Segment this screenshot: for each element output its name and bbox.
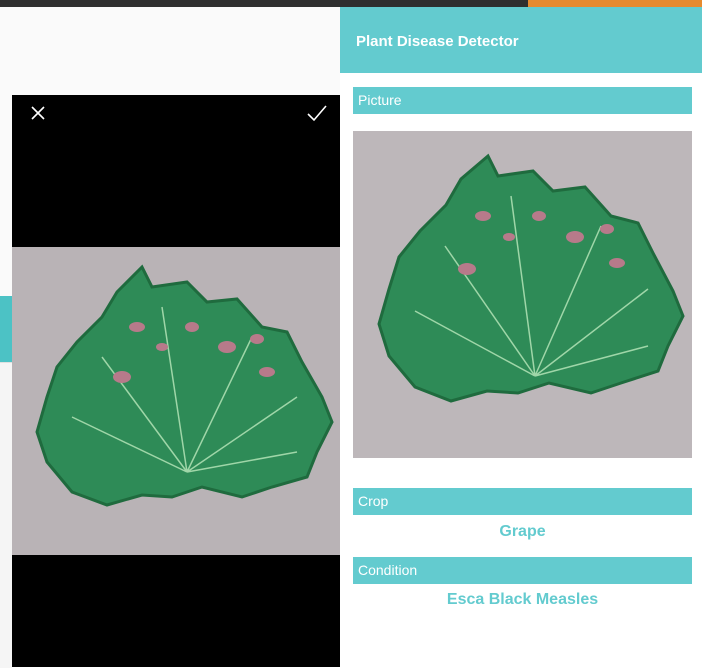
camera-preview [12,95,340,667]
background-card-edge [0,362,12,668]
condition-value: Esca Black Measles [446,591,599,608]
leaf-picture [353,131,692,458]
crop-section-header: Crop [353,488,692,515]
captured-leaf-photo [12,247,340,555]
status-bar-accent [528,0,702,7]
app-toolbar: Plant Disease Detector [340,7,702,73]
picture-section-header: Picture [353,87,692,114]
crop-value: Grape [499,523,546,540]
checkmark-icon[interactable] [306,104,328,122]
app-screen: Plant Disease Detector Picture Crop Grap… [340,7,702,634]
background-toolbar-edge [0,296,12,362]
app-title: Plant Disease Detector [356,33,519,50]
close-icon[interactable] [30,105,46,121]
condition-section-header: Condition [353,557,692,584]
